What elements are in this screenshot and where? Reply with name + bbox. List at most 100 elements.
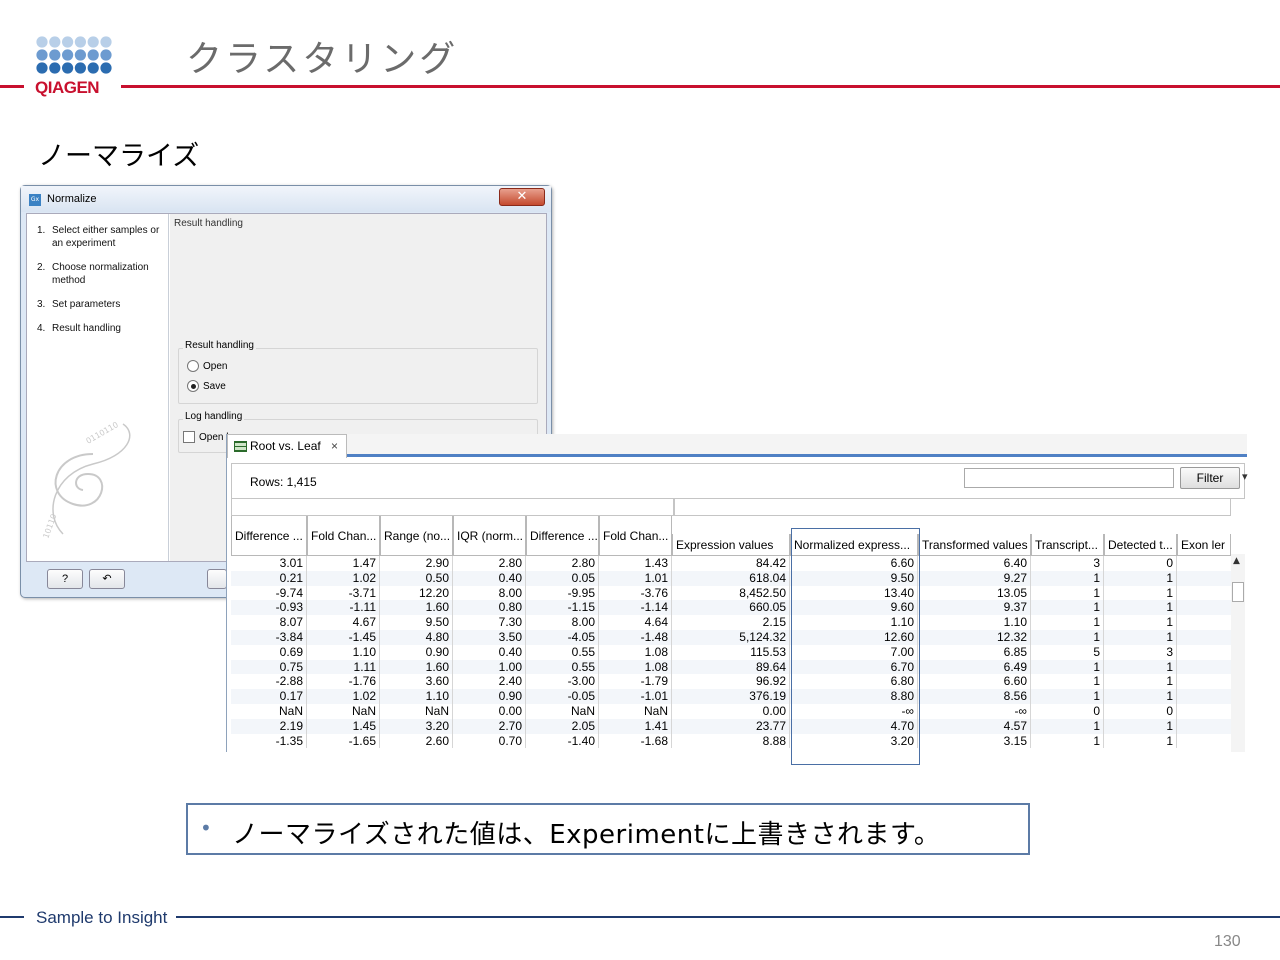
table-cell[interactable]: -1.65 [307,733,380,749]
reset-button[interactable]: ↶ [89,569,125,589]
table-cell[interactable]: 4.70 [790,718,918,734]
table-cell[interactable]: 3.20 [790,733,918,749]
table-cell[interactable]: 12.60 [790,630,918,645]
column-header[interactable]: Expression values [672,534,790,556]
table-cell[interactable]: 1.10 [380,689,453,704]
table-cell[interactable]: 9.37 [918,600,1031,616]
table-cell[interactable]: 4.64 [599,615,672,630]
table-cell[interactable]: NaN [231,704,307,719]
table-cell[interactable]: 1 [1031,615,1104,630]
table-cell[interactable]: 1.00 [453,659,526,675]
column-header[interactable]: Difference ... [231,516,307,556]
table-cell[interactable]: -1.45 [307,630,380,645]
table-cell[interactable]: 3.60 [380,674,453,690]
table-cell[interactable]: 6.85 [918,644,1031,660]
table-cell[interactable]: 1.08 [599,659,672,675]
table-cell[interactable]: 0 [1104,556,1177,571]
table-cell[interactable]: 1.11 [307,659,380,675]
table-cell[interactable]: 23.77 [672,718,790,734]
table-cell[interactable]: 1.01 [599,570,672,586]
table-cell[interactable]: -3.84 [231,630,307,645]
table-cell[interactable]: -1.35 [231,733,307,749]
table-cell[interactable]: 0.05 [526,570,599,586]
table-cell[interactable]: -3.00 [526,674,599,690]
table-cell[interactable]: 8,452.50 [672,585,790,601]
table-cell[interactable]: -0.05 [526,689,599,704]
table-cell[interactable]: 1 [1104,600,1177,616]
table-cell[interactable]: 7.00 [790,644,918,660]
table-cell[interactable]: 8.00 [453,585,526,601]
table-cell[interactable]: 1 [1031,600,1104,616]
table-cell[interactable]: 8.00 [526,615,599,630]
table-cell[interactable]: 1 [1104,615,1177,630]
table-cell[interactable]: NaN [380,704,453,719]
save-option[interactable]: Save [187,380,226,392]
table-cell[interactable]: 2.70 [453,718,526,734]
table-cell[interactable]: -9.95 [526,585,599,601]
table-cell[interactable]: 1 [1031,630,1104,645]
table-cell[interactable]: NaN [526,704,599,719]
table-cell[interactable]: 6.49 [918,659,1031,675]
table-cell[interactable]: 1 [1031,718,1104,734]
table-cell[interactable]: 13.05 [918,585,1031,601]
table-cell[interactable]: 6.60 [918,674,1031,690]
table-cell[interactable]: 1 [1031,674,1104,690]
vertical-scrollbar[interactable]: ▲ [1231,554,1245,752]
table-cell[interactable]: -∞ [918,704,1031,719]
save-radio[interactable] [187,380,199,392]
table-cell[interactable]: 2.80 [453,556,526,571]
help-button[interactable]: ? [47,569,83,589]
table-cell[interactable]: 12.20 [380,585,453,601]
table-cell[interactable]: 1.47 [307,556,380,571]
table-cell[interactable]: 0.40 [453,644,526,660]
table-cell[interactable]: -1.15 [526,600,599,616]
table-cell[interactable]: -3.76 [599,585,672,601]
table-cell[interactable]: 13.40 [790,585,918,601]
table-cell[interactable]: 8.80 [790,689,918,704]
table-cell[interactable]: 4.67 [307,615,380,630]
table-cell[interactable]: 1 [1031,733,1104,749]
table-cell[interactable]: 6.40 [918,556,1031,571]
table-cell[interactable]: 5 [1031,644,1104,660]
table-cell[interactable]: 2.05 [526,718,599,734]
table-cell[interactable]: NaN [307,704,380,719]
table-cell[interactable]: 0.90 [453,689,526,704]
table-cell[interactable]: 8.56 [918,689,1031,704]
scroll-thumb[interactable] [1232,582,1244,602]
table-cell[interactable]: 1 [1104,733,1177,749]
table-cell[interactable]: 9.60 [790,600,918,616]
table-cell[interactable]: 1.02 [307,570,380,586]
table-cell[interactable]: -1.14 [599,600,672,616]
table-cell[interactable]: 1 [1031,570,1104,586]
table-cell[interactable]: 3.50 [453,630,526,645]
table-cell[interactable]: -1.11 [307,600,380,616]
table-cell[interactable]: 7.30 [453,615,526,630]
table-cell[interactable]: -4.05 [526,630,599,645]
table-cell[interactable]: 2.15 [672,615,790,630]
table-cell[interactable]: 96.92 [672,674,790,690]
table-cell[interactable]: 0.21 [231,570,307,586]
table-cell[interactable]: 9.50 [790,570,918,586]
table-cell[interactable]: 1.43 [599,556,672,571]
table-cell[interactable]: 9.50 [380,615,453,630]
table-cell[interactable]: 0.40 [453,570,526,586]
table-cell[interactable]: -1.40 [526,733,599,749]
table-cell[interactable]: 0.80 [453,600,526,616]
table-cell[interactable]: 2.60 [380,733,453,749]
table-cell[interactable]: 1.60 [380,659,453,675]
table-cell[interactable]: 0.17 [231,689,307,704]
column-header[interactable]: Detected t... [1104,534,1177,556]
table-cell[interactable]: 115.53 [672,644,790,660]
column-header[interactable]: IQR (norm... [453,516,526,556]
table-cell[interactable]: 6.60 [790,556,918,571]
tab-close-icon[interactable]: × [331,435,338,457]
table-cell[interactable]: 2.40 [453,674,526,690]
scroll-up-icon[interactable]: ▲ [1233,556,1240,566]
table-cell[interactable]: 2.90 [380,556,453,571]
table-cell[interactable]: 8.07 [231,615,307,630]
open-log-checkbox[interactable] [183,431,195,443]
column-header[interactable]: Range (no... [380,516,453,556]
table-cell[interactable]: 84.42 [672,556,790,571]
table-cell[interactable]: 1 [1104,630,1177,645]
table-cell[interactable]: -3.71 [307,585,380,601]
